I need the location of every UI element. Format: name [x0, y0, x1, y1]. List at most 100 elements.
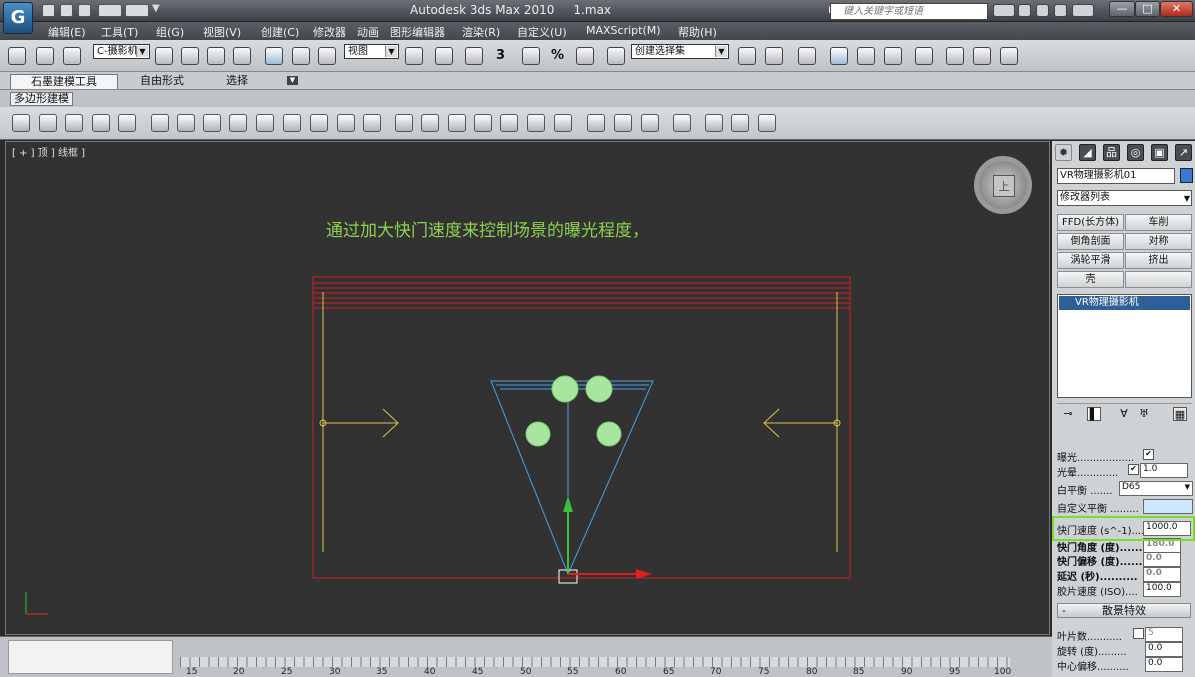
pivot-center-icon[interactable]	[405, 47, 423, 65]
mirror-icon[interactable]	[738, 47, 756, 65]
modifier-shell-button[interactable]: 壳	[1057, 271, 1124, 288]
favorite-star-icon[interactable]	[1054, 4, 1067, 17]
object-name-field[interactable]: VR物理摄影机01	[1057, 168, 1175, 184]
ribbon-options-icon[interactable]: ▼	[287, 76, 298, 85]
angle-snap-icon[interactable]	[522, 47, 540, 65]
spinner-snap-icon[interactable]	[576, 47, 594, 65]
torus-icon[interactable]	[395, 114, 413, 132]
menu-group[interactable]: 组(G)	[156, 24, 184, 40]
align-icon[interactable]	[765, 47, 783, 65]
mushroom-icon[interactable]	[587, 114, 605, 132]
menu-modifiers[interactable]: 修改器	[313, 24, 346, 40]
wave-icon[interactable]	[363, 114, 381, 132]
create-tab-icon[interactable]: ✹	[1055, 144, 1072, 161]
modifier-turbosmooth-button[interactable]: 涡轮平滑	[1057, 252, 1124, 269]
spiral-icon[interactable]	[527, 114, 545, 132]
curve-editor-icon[interactable]	[857, 47, 875, 65]
film-strip-icon[interactable]	[758, 114, 776, 132]
modifier-lathe-button[interactable]: 车削	[1125, 214, 1192, 231]
modify-tab-icon[interactable]: ◢	[1079, 144, 1096, 161]
menu-help[interactable]: 帮助(H)	[678, 24, 717, 40]
plant-icon[interactable]	[283, 114, 301, 132]
schematic-view-icon[interactable]	[884, 47, 902, 65]
close-button[interactable]: ✕	[1160, 1, 1193, 17]
hierarchy-tab-icon[interactable]: 品	[1103, 144, 1120, 161]
menu-rendering[interactable]: 渲染(R)	[462, 24, 500, 40]
fish-icon[interactable]	[310, 114, 328, 132]
configure-sets-icon[interactable]: ▦	[1173, 407, 1187, 421]
material-editor-icon[interactable]	[915, 47, 933, 65]
quick-access-dropdown-icon[interactable]: ▼	[152, 3, 160, 14]
sphere-icon[interactable]	[65, 114, 83, 132]
shell-icon[interactable]	[614, 114, 632, 132]
manipulate-icon[interactable]	[435, 47, 453, 65]
modifier-extrude-button[interactable]: 挤出	[1125, 252, 1192, 269]
modifier-ffd-box-button[interactable]: FFD(长方体)	[1057, 214, 1124, 231]
undo-icon[interactable]	[98, 4, 122, 17]
binoculars-icon[interactable]	[993, 4, 1015, 17]
render-production-icon[interactable]	[1000, 47, 1018, 65]
edit-named-selection-icon[interactable]	[607, 47, 625, 65]
modifier-empty-button[interactable]	[1125, 271, 1192, 288]
stack-icon[interactable]	[177, 114, 195, 132]
window-crossing-icon[interactable]	[233, 47, 251, 65]
hook-icon[interactable]	[474, 114, 492, 132]
save-file-icon[interactable]	[78, 4, 91, 17]
lathe-icon[interactable]	[229, 114, 247, 132]
menu-views[interactable]: 视图(V)	[203, 24, 241, 40]
polygon-modeling-panel-label[interactable]: 多边形建模	[10, 92, 73, 106]
connect-icon[interactable]	[1036, 4, 1049, 17]
plane-icon[interactable]	[151, 114, 169, 132]
key-icon[interactable]	[1018, 4, 1031, 17]
modifier-symmetry-button[interactable]: 对称	[1125, 233, 1192, 250]
ripple-icon[interactable]	[554, 114, 572, 132]
center-bias-spinner[interactable]: 0.0	[1145, 657, 1183, 672]
modifier-stack[interactable]: VR物理摄影机	[1057, 294, 1192, 398]
named-selection-dropdown[interactable]: 创建选择集 ▼	[631, 44, 729, 59]
rotation-spinner[interactable]: 0.0	[1145, 642, 1183, 657]
selection-filter-dropdown[interactable]: C-摄影机 ▼	[93, 44, 150, 59]
open-file-icon[interactable]	[60, 4, 73, 17]
stack-item-vr-camera[interactable]: VR物理摄影机	[1059, 296, 1190, 310]
menu-create[interactable]: 创建(C)	[261, 24, 299, 40]
tab-selection[interactable]: 选择	[216, 74, 258, 89]
cone-icon[interactable]	[92, 114, 110, 132]
select-and-scale-icon[interactable]	[318, 47, 336, 65]
menu-animation[interactable]: 动画	[357, 24, 379, 40]
custom-balance-swatch[interactable]	[1143, 499, 1193, 514]
blades-spinner[interactable]: 5	[1145, 627, 1183, 642]
display-tab-icon[interactable]: ▣	[1151, 144, 1168, 161]
menu-graph-editors[interactable]: 图形编辑器	[390, 24, 445, 40]
track-bar[interactable]	[180, 657, 1010, 667]
vignetting-spinner[interactable]: 1.0	[1140, 463, 1188, 478]
menu-edit[interactable]: 编辑(E)	[48, 24, 86, 40]
bend-icon[interactable]	[421, 114, 439, 132]
modifier-list-dropdown[interactable]: 修改器列表 ▼	[1057, 190, 1192, 206]
taper-icon[interactable]	[500, 114, 518, 132]
snap-toggle-icon[interactable]: 3	[496, 48, 505, 63]
panel-icon[interactable]	[673, 114, 691, 132]
motion-tab-icon[interactable]: ◎	[1127, 144, 1144, 161]
keyboard-shortcut-icon[interactable]	[465, 47, 483, 65]
shutter-offset-spinner[interactable]: 0.0	[1143, 552, 1181, 567]
create-box-icon[interactable]	[12, 114, 30, 132]
select-and-rotate-icon[interactable]	[292, 47, 310, 65]
menu-tools[interactable]: 工具(T)	[101, 24, 138, 40]
tab-graphite-modeling[interactable]: 石墨建模工具	[10, 74, 118, 89]
twist-icon[interactable]	[337, 114, 355, 132]
vignetting-checkbox[interactable]: ✔	[1128, 464, 1139, 475]
rendered-frame-icon[interactable]	[973, 47, 991, 65]
layer-manager-icon[interactable]	[798, 47, 816, 65]
percent-snap-icon[interactable]: %	[551, 48, 564, 63]
menu-maxscript[interactable]: MAXScript(M)	[586, 24, 661, 37]
camera-display-icon[interactable]	[731, 114, 749, 132]
snail-icon[interactable]	[641, 114, 659, 132]
app-logo-icon[interactable]: G	[3, 2, 33, 34]
star-icon[interactable]	[118, 114, 136, 132]
make-unique-icon[interactable]: ∀	[1117, 407, 1131, 421]
new-file-icon[interactable]	[42, 4, 55, 17]
render-setup-icon[interactable]	[946, 47, 964, 65]
maximize-button[interactable]: □	[1135, 1, 1160, 17]
white-balance-dropdown[interactable]: D65 ▼	[1119, 481, 1193, 496]
unlink-icon[interactable]	[36, 47, 54, 65]
